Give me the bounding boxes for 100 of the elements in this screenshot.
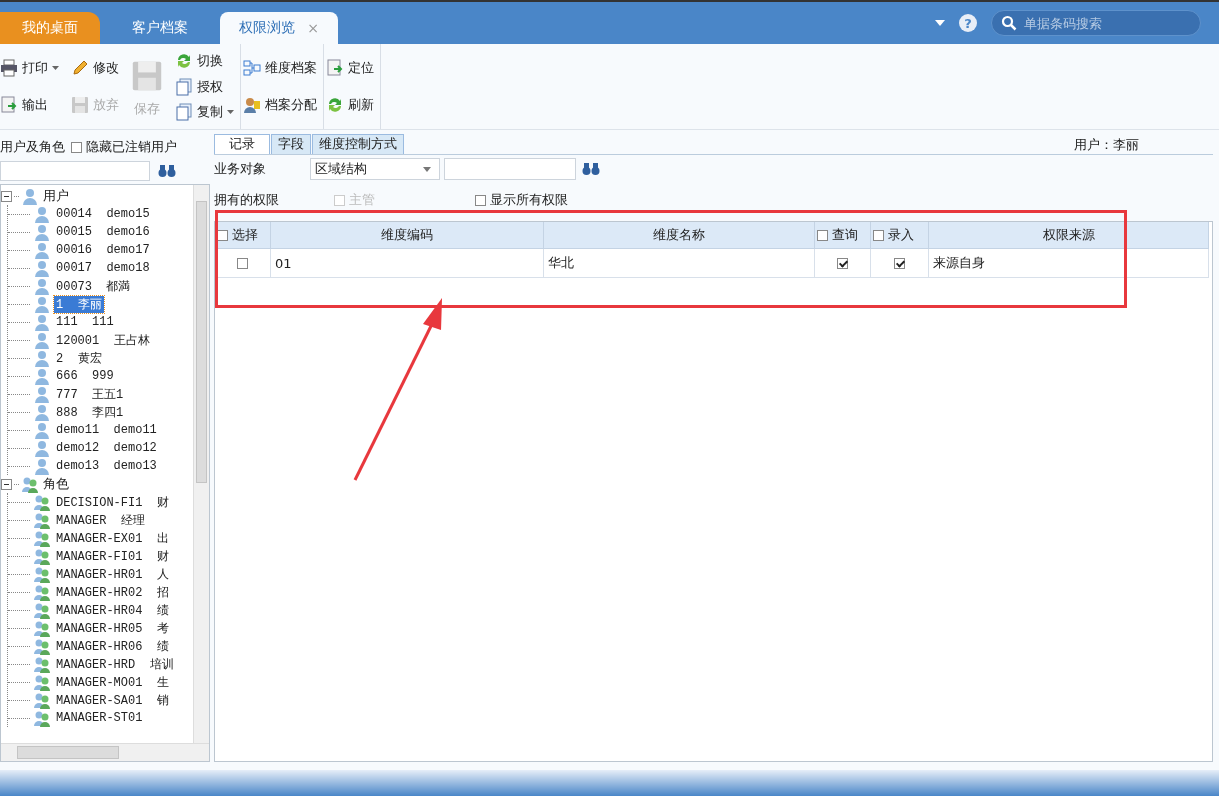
column-header[interactable]: 选择	[215, 222, 271, 249]
table-cell: 01	[271, 249, 544, 278]
tree-item[interactable]: MANAGER-MO01 生	[54, 673, 171, 691]
tab[interactable]: 权限浏览 ×	[220, 12, 338, 44]
column-header[interactable]: 录入	[871, 222, 929, 249]
tree-item[interactable]: 2 黄宏	[54, 349, 104, 367]
tree-item[interactable]: MANAGER-EX01 出	[54, 529, 171, 547]
entry-checkbox[interactable]	[894, 257, 905, 269]
tree-item[interactable]: 777 王五1	[54, 385, 126, 403]
person-icon	[33, 439, 51, 457]
horizontal-scrollbar[interactable]	[1, 743, 209, 761]
people-icon	[33, 655, 51, 673]
tree-item[interactable]: MANAGER-HRD 培训	[54, 655, 176, 673]
toolbar-button[interactable]: 档案分配	[241, 95, 319, 114]
toolbar-button[interactable]: 输出	[0, 95, 61, 114]
tree-item[interactable]: 666 999	[54, 369, 116, 383]
dropdown-caret-icon	[227, 110, 234, 114]
tree-item[interactable]: 00016 demo17	[54, 243, 152, 257]
person-icon	[33, 223, 51, 241]
row-select-checkbox[interactable]	[237, 257, 248, 269]
dropdown-caret-icon	[52, 66, 59, 71]
collapse-icon[interactable]	[1, 190, 12, 202]
tree-item[interactable]: MANAGER 经理	[54, 511, 147, 529]
current-user-label: 用户：李丽	[1074, 136, 1139, 154]
tree-item[interactable]: 888 李四1	[54, 403, 126, 421]
people-icon	[33, 493, 51, 511]
tree-item[interactable]: 00015 demo16	[54, 225, 152, 239]
pencil-icon	[71, 59, 89, 78]
toolbar-button[interactable]: 刷新	[324, 95, 376, 114]
person-icon	[33, 295, 51, 313]
owned-permissions-label: 拥有的权限	[214, 191, 280, 209]
barcode-search-field[interactable]: 单据条码搜索	[991, 10, 1201, 36]
people-icon	[33, 547, 51, 565]
tree-item[interactable]: 111 111	[54, 315, 116, 329]
person-icon	[33, 259, 51, 277]
tree-item[interactable]: 00073 都満	[54, 277, 133, 295]
tree-item[interactable]: MANAGER-HR01 人	[54, 565, 171, 583]
people-icon	[33, 619, 51, 637]
toolbar-button[interactable]: 复制	[173, 103, 236, 121]
hide-cancelled-checkbox[interactable]: 隐藏已注销用户	[71, 138, 177, 156]
tab[interactable]: 字段	[271, 134, 311, 154]
table-cell: 来源自身	[929, 249, 1209, 278]
column-header[interactable]: 维度编码	[271, 222, 544, 249]
tree-item[interactable]: DECISION-FI1 财	[54, 493, 171, 511]
query-checkbox[interactable]	[837, 257, 848, 269]
column-header[interactable]: 权限来源	[929, 222, 1209, 249]
tree-item[interactable]: MANAGER-HR05 考	[54, 619, 171, 637]
option-checkbox[interactable]: 显示所有权限	[475, 191, 568, 209]
toolbar-button[interactable]: 维度档案	[241, 59, 319, 78]
person-icon	[33, 331, 51, 349]
tree-item[interactable]: MANAGER-SA01 销	[54, 691, 171, 709]
toolbar-button[interactable]: 授权	[173, 77, 236, 96]
business-object-select[interactable]: 区域结构	[310, 158, 440, 180]
tab[interactable]: 维度控制方式	[312, 134, 404, 154]
people-icon	[33, 511, 51, 529]
person-icon	[33, 385, 51, 403]
diagram-icon	[243, 59, 261, 78]
people-icon	[33, 637, 51, 655]
tree-search-field[interactable]	[0, 161, 150, 181]
checkbox-icon[interactable]	[817, 229, 828, 241]
toolbar-button[interactable]: 打印	[0, 59, 61, 78]
toolbar-button[interactable]: 切换	[173, 52, 236, 70]
people-icon	[33, 673, 51, 691]
checkbox-icon[interactable]	[217, 229, 228, 241]
binoculars-icon[interactable]	[582, 162, 600, 176]
person-icon	[33, 313, 51, 331]
people-icon	[33, 529, 51, 547]
tree-node[interactable]: 用户	[43, 187, 69, 205]
tree-item[interactable]: demo13 demo13	[54, 459, 159, 473]
dropdown-caret-icon[interactable]	[935, 20, 945, 26]
tree-item[interactable]: MANAGER-ST01	[54, 711, 145, 725]
person-icon	[33, 367, 51, 385]
tab[interactable]: 客户档案	[100, 12, 220, 44]
binoculars-icon[interactable]	[158, 164, 176, 178]
tree-item[interactable]: demo12 demo12	[54, 441, 159, 455]
tree-item[interactable]: 00017 demo18	[54, 261, 152, 275]
tree-node[interactable]: 角色	[43, 475, 69, 493]
tree-item[interactable]: MANAGER-HR06 绩	[54, 637, 171, 655]
tree-item[interactable]: demo11 demo11	[54, 423, 159, 437]
tree-item[interactable]: 1 李丽	[54, 295, 104, 313]
vertical-scrollbar[interactable]	[193, 185, 209, 744]
pages-icon	[175, 103, 193, 121]
tree-item[interactable]: MANAGER-HR04 绩	[54, 601, 171, 619]
checkbox-icon[interactable]	[873, 229, 884, 241]
person-icon	[33, 421, 51, 439]
toolbar-button[interactable]: 修改	[69, 59, 121, 78]
people-icon	[33, 691, 51, 709]
person-icon	[33, 241, 51, 259]
circular-arrows-icon	[326, 95, 344, 114]
collapse-icon[interactable]	[1, 478, 12, 490]
column-header[interactable]: 维度名称	[544, 222, 815, 249]
person-icon	[33, 403, 51, 421]
tree-item[interactable]: MANAGER-HR02 招	[54, 583, 171, 601]
toolbar-button[interactable]: 定位	[324, 59, 376, 78]
object-filter-field[interactable]	[444, 158, 576, 180]
column-header[interactable]: 查询	[815, 222, 871, 249]
tab[interactable]: 记录	[214, 134, 270, 154]
tree-item[interactable]: MANAGER-FI01 财	[54, 547, 171, 565]
tree-item[interactable]: 00014 demo15	[54, 207, 152, 221]
tree-item[interactable]: 120001 王占林	[54, 331, 152, 349]
